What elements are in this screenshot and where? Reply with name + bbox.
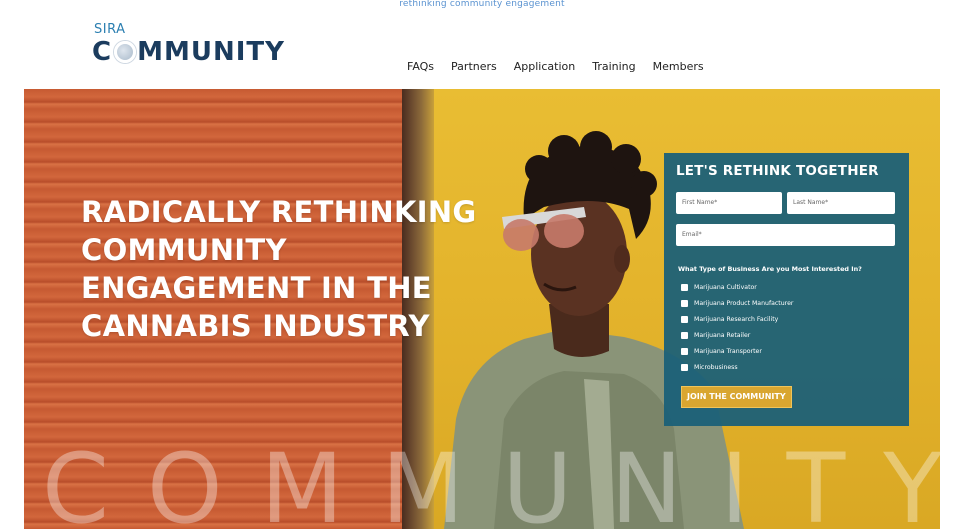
- option-microbusiness[interactable]: Microbusiness: [681, 361, 738, 373]
- checkbox-research-facility[interactable]: [681, 315, 688, 323]
- person-ear: [614, 245, 630, 273]
- checkbox-product-manufacturer[interactable]: [681, 299, 688, 307]
- nav-application[interactable]: Application: [514, 60, 575, 74]
- hero-banner: RADICALLY RETHINKING COMMUNITY ENGAGEMEN…: [24, 89, 940, 529]
- option-retailer-label: Marijuana Retailer: [694, 331, 751, 339]
- form-title: LET'S RETHINK TOGETHER: [676, 163, 879, 179]
- checkbox-transporter[interactable]: [681, 347, 688, 355]
- logo-wordmark: C MMUNITY: [92, 34, 285, 70]
- nav-faqs[interactable]: FAQs: [407, 60, 434, 74]
- option-research-facility[interactable]: Marijuana Research Facility: [681, 313, 778, 325]
- nav-partners[interactable]: Partners: [451, 60, 497, 74]
- nav-members[interactable]: Members: [653, 60, 704, 74]
- main-nav: FAQs Partners Application Training Membe…: [407, 60, 721, 74]
- hero-headline-line-2: COMMUNITY: [81, 233, 287, 267]
- sunglass-lens-right: [544, 214, 584, 248]
- hero-headline-line-3: ENGAGEMENT IN THE: [81, 271, 432, 305]
- option-cultivator-label: Marijuana Cultivator: [694, 283, 757, 291]
- hero-headline-line-4: CANNABIS INDUSTRY: [81, 309, 430, 343]
- last-name-field[interactable]: [787, 192, 895, 214]
- hero-headline: RADICALLY RETHINKING COMMUNITY ENGAGEMEN…: [81, 193, 501, 345]
- option-transporter-label: Marijuana Transporter: [694, 347, 762, 355]
- checkbox-cultivator[interactable]: [681, 283, 688, 291]
- nav-training[interactable]: Training: [592, 60, 635, 74]
- sunglass-lens-left: [503, 219, 539, 251]
- logo-wordmark-rest: MMUNITY: [137, 37, 285, 67]
- join-community-button[interactable]: JOIN THE COMMUNITY: [681, 386, 792, 408]
- logo-dot-icon: [114, 41, 137, 63]
- signup-form: LET'S RETHINK TOGETHER What Type of Busi…: [664, 153, 909, 426]
- business-type-question: What Type of Business Are you Most Inter…: [678, 265, 862, 273]
- option-transporter[interactable]: Marijuana Transporter: [681, 345, 762, 357]
- email-field[interactable]: [676, 224, 895, 246]
- logo-letter-c: C: [92, 37, 113, 67]
- option-retailer[interactable]: Marijuana Retailer: [681, 329, 750, 341]
- top-strip: rethinking community engagement: [0, 0, 964, 9]
- top-strip-text: rethinking community engagement: [399, 0, 565, 9]
- checkbox-retailer[interactable]: [681, 331, 688, 339]
- option-product-manufacturer[interactable]: Marijuana Product Manufacturer: [681, 297, 793, 309]
- checkbox-microbusiness[interactable]: [681, 363, 688, 371]
- option-product-manufacturer-label: Marijuana Product Manufacturer: [694, 299, 794, 307]
- hero-watermark: COMMUNITY: [42, 433, 940, 529]
- site-logo[interactable]: SIRA C MMUNITY: [92, 22, 292, 72]
- hero-headline-line-1: RADICALLY RETHINKING: [81, 195, 477, 229]
- option-cultivator[interactable]: Marijuana Cultivator: [681, 281, 757, 293]
- option-microbusiness-label: Microbusiness: [694, 363, 738, 371]
- first-name-field[interactable]: [676, 192, 782, 214]
- option-research-facility-label: Marijuana Research Facility: [694, 315, 779, 323]
